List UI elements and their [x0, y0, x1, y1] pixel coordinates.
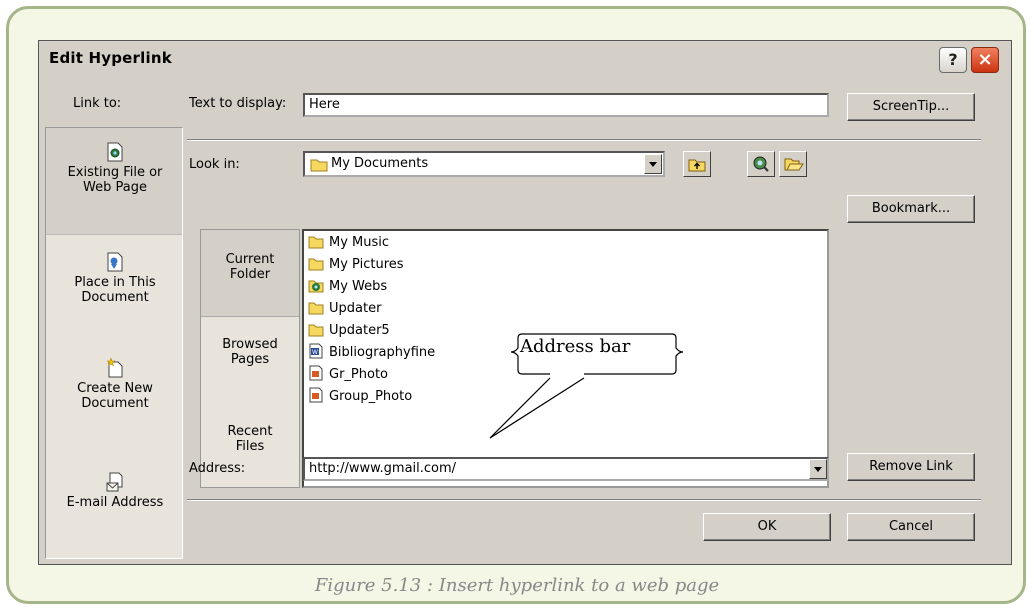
figure-caption: Figure 5.13 : Insert hyperlink to a web … — [314, 575, 720, 596]
callout-pointer — [489, 377, 585, 439]
callout-graphic — [489, 333, 684, 439]
callout-label: Address bar — [520, 336, 631, 357]
